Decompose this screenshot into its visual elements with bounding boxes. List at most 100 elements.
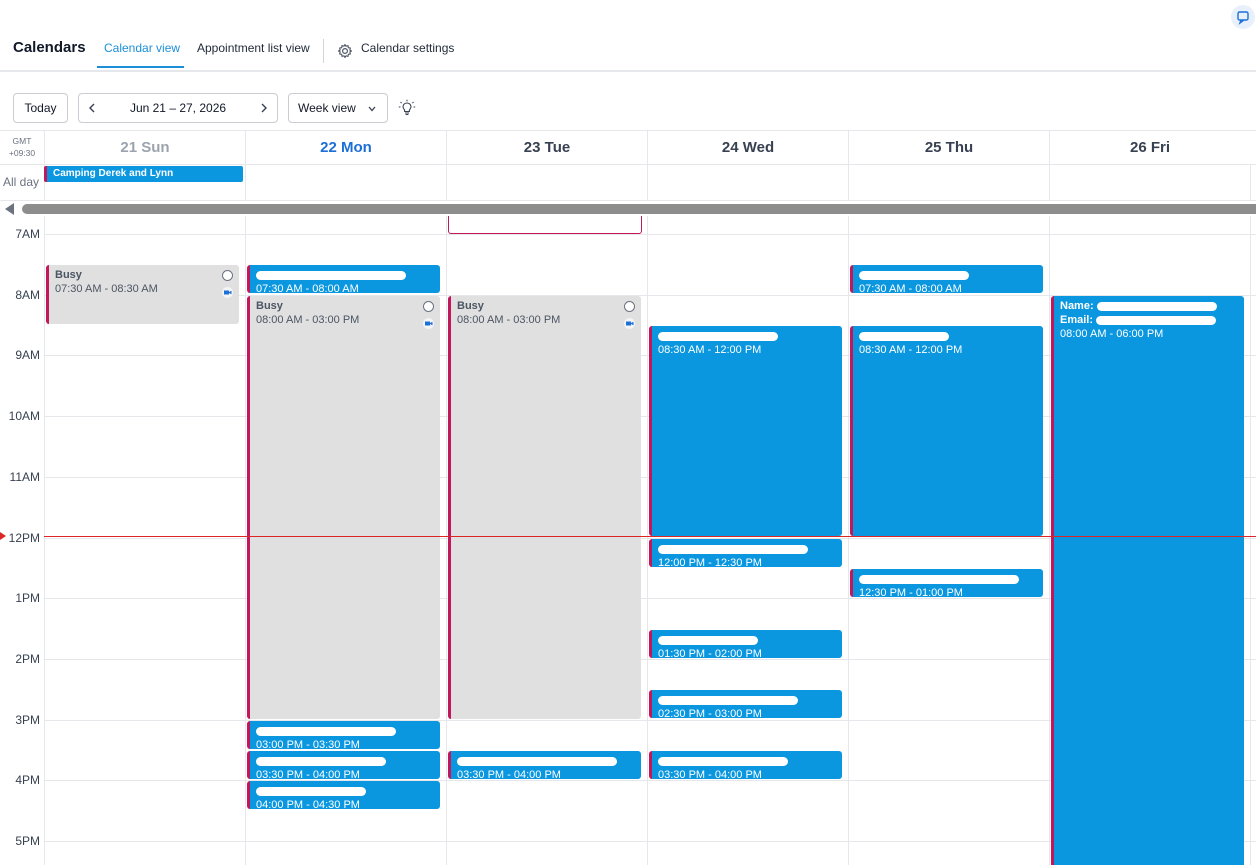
busy-block[interactable]: Busy 08:00 AM - 03:00 PM [448, 296, 641, 719]
column-divider [446, 216, 447, 865]
appointment-event[interactable]: 08:30 AM - 12:00 PM [649, 326, 842, 536]
day-header-5[interactable]: 26 Fri [1049, 131, 1250, 164]
week-time-grid[interactable]: 7AM 8AM 9AM 10AM 11AM 12PM 1PM 2PM 3PM 4PM 5PM Busy… [0, 216, 1256, 865]
appointment-event[interactable]: 12:00 PM - 12:30 PM [649, 539, 842, 567]
hour-label: 12PM [8, 531, 40, 545]
event-time: 08:30 AM - 12:00 PM [658, 344, 762, 356]
hour-label: 8AM [15, 288, 40, 302]
calendar-app: Calendars Calendar view Appointment list… [0, 0, 1256, 865]
redacted-name [658, 695, 798, 705]
allday-bottom-border [0, 200, 1256, 201]
chevron-right-icon[interactable] [259, 102, 269, 114]
event-time: 01:30 PM - 02:00 PM [658, 648, 762, 658]
redacted-name [256, 786, 366, 796]
event-time: 03:30 PM - 04:00 PM [658, 769, 762, 779]
appointment-event[interactable]: 02:30 PM - 03:00 PM [649, 690, 842, 718]
day-header-2[interactable]: 23 Tue [446, 131, 647, 164]
today-button[interactable]: Today [13, 93, 68, 123]
redacted-name [658, 331, 778, 341]
date-range-label: Jun 21 – 27, 2026 [129, 101, 227, 115]
event-title [658, 542, 836, 556]
column-divider [647, 216, 648, 865]
allday-label: All day [3, 175, 40, 189]
redacted-name [658, 635, 758, 645]
hour-gridline [44, 234, 1256, 235]
header-top-border [0, 130, 1256, 131]
gear-icon[interactable] [337, 43, 353, 59]
video-icon [423, 318, 434, 329]
chevron-left-icon[interactable] [87, 102, 97, 114]
prior-event-edge[interactable] [448, 216, 642, 234]
view-selector[interactable]: Week view [288, 93, 388, 123]
appointment-event[interactable]: 03:30 PM - 04:00 PM [247, 751, 440, 779]
day-header-4[interactable]: 25 Thu [848, 131, 1049, 164]
event-title [859, 268, 1037, 282]
event-time: 07:30 AM - 08:00 AM [256, 283, 359, 293]
page-title: Calendars [13, 39, 86, 56]
allday-cell[interactable] [1049, 164, 1250, 200]
close-icon[interactable] [222, 270, 233, 281]
horizontal-scrollbar[interactable] [22, 204, 1256, 214]
redacted-name [1096, 301, 1217, 311]
lightbulb-icon[interactable] [398, 99, 416, 117]
appointment-event[interactable]: 12:30 PM - 01:00 PM [850, 569, 1043, 597]
column-divider [848, 216, 849, 865]
redacted-name [256, 726, 396, 736]
redacted-name [658, 544, 808, 554]
appointment-event[interactable]: 07:30 AM - 08:00 AM [247, 265, 440, 293]
event-time: 04:00 PM - 04:30 PM [256, 799, 360, 809]
event-title: Busy [256, 300, 283, 312]
hour-label: 11AM [9, 470, 40, 484]
day-header-3[interactable]: 24 Wed [647, 131, 848, 164]
busy-block[interactable]: Busy 08:00 AM - 03:00 PM [247, 296, 440, 719]
hour-label: 4PM [15, 773, 40, 787]
day-header-0[interactable]: 21 Sun [44, 131, 245, 164]
appointment-event[interactable]: 03:00 PM - 03:30 PM [247, 721, 440, 749]
event-time: 03:00 PM - 03:30 PM [256, 739, 360, 749]
hour-label: 2PM [15, 652, 40, 666]
event-title: Busy [457, 300, 484, 312]
event-time: 08:30 AM - 12:00 PM [859, 344, 963, 356]
tab-appointment-list-view[interactable]: Appointment list view [197, 41, 310, 55]
allday-cell[interactable] [446, 164, 647, 200]
appointment-event[interactable]: Name: Email: 08:00 AM - 06:00 PM [1051, 296, 1244, 865]
top-navigation: Calendars Calendar view Appointment list… [0, 0, 1256, 72]
event-title [859, 329, 1037, 343]
event-time: 07:30 AM - 08:00 AM [859, 283, 962, 293]
redacted-name [658, 756, 788, 766]
event-time: 07:30 AM - 08:30 AM [55, 283, 158, 295]
appointment-event[interactable]: 01:30 PM - 02:00 PM [649, 630, 842, 658]
active-tab-indicator [97, 66, 184, 68]
chat-icon[interactable] [1231, 5, 1255, 29]
close-icon[interactable] [624, 301, 635, 312]
event-time: 08:00 AM - 03:00 PM [457, 314, 561, 326]
appointment-event[interactable]: 04:00 PM - 04:30 PM [247, 781, 440, 809]
appointment-event[interactable]: 08:30 AM - 12:00 PM [850, 326, 1043, 536]
appointment-event[interactable]: 03:30 PM - 04:00 PM [448, 751, 641, 779]
tab-calendar-view[interactable]: Calendar view [104, 41, 180, 55]
chevron-down-icon [368, 106, 376, 112]
close-icon[interactable] [423, 301, 434, 312]
redacted-name [859, 574, 1019, 584]
event-time: 03:30 PM - 04:00 PM [256, 769, 360, 779]
current-time-line [44, 536, 1256, 537]
allday-cell[interactable] [848, 164, 1049, 200]
date-range-navigator: Jun 21 – 27, 2026 [78, 93, 278, 123]
calendar-settings-link[interactable]: Calendar settings [361, 41, 454, 55]
appointment-event[interactable]: 03:30 PM - 04:00 PM [649, 751, 842, 779]
redacted-name [256, 270, 406, 280]
allday-cell[interactable] [245, 164, 446, 200]
allday-event[interactable]: Camping Derek and Lynn [44, 166, 243, 182]
day-header-1[interactable]: 22 Mon [245, 131, 446, 164]
redacted-name [859, 270, 969, 280]
hour-label: 3PM [15, 713, 40, 727]
video-icon [222, 287, 233, 298]
column-divider [44, 216, 45, 865]
allday-cell[interactable] [647, 164, 848, 200]
scroll-left-arrow-icon[interactable] [5, 203, 14, 215]
event-time: 08:00 AM - 06:00 PM [1060, 328, 1164, 340]
nav-divider [323, 39, 324, 63]
column-divider [1049, 216, 1050, 865]
busy-block[interactable]: Busy 07:30 AM - 08:30 AM [46, 265, 239, 324]
appointment-event[interactable]: 07:30 AM - 08:00 AM [850, 265, 1043, 293]
